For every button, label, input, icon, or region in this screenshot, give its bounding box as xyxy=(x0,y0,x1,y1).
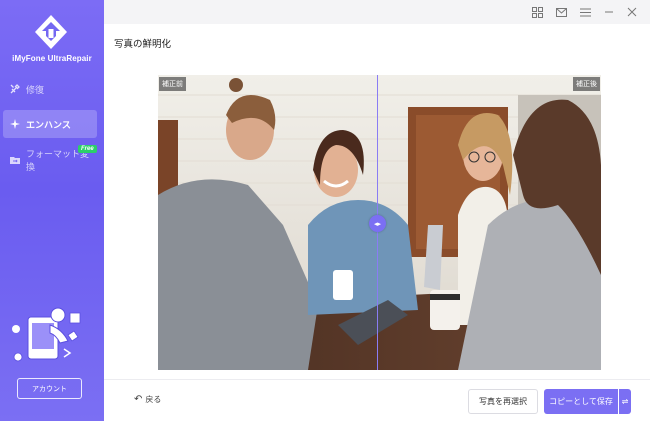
sidebar-item-label: 修復 xyxy=(26,85,45,96)
wrench-icon xyxy=(9,83,21,95)
close-icon[interactable] xyxy=(625,5,639,19)
before-label: 補正前 xyxy=(159,77,186,91)
divider-handle-icon[interactable]: ◂▸ xyxy=(369,215,386,232)
sidebar-item-label: エンハンス xyxy=(26,120,71,131)
page-title: 写真の鮮明化 xyxy=(114,39,172,50)
app-name: iMyFone UltraRepair xyxy=(12,54,92,63)
content-area: 写真の鮮明化 ◂▸ 補正前 補正後 xyxy=(104,24,650,379)
minimize-icon[interactable] xyxy=(602,5,616,19)
account-button[interactable]: アカウント xyxy=(17,378,82,399)
sidebar-item-enhance[interactable]: エンハンス xyxy=(3,110,97,138)
back-button[interactable]: ↶ 戻る xyxy=(134,394,161,405)
main-panel: 写真の鮮明化 ◂▸ 補正前 補正後 ↶ 戻る 写真を再選択 コピーとして保存 ⇌ xyxy=(104,0,650,421)
after-label: 補正後 xyxy=(573,77,600,91)
back-label: 戻る xyxy=(145,395,162,404)
sparkle-icon xyxy=(9,118,21,130)
menu-icon[interactable] xyxy=(578,5,592,19)
mail-icon[interactable] xyxy=(554,5,568,19)
footer-bar: ↶ 戻る 写真を再選択 コピーとして保存 ⇌ xyxy=(104,379,650,421)
illustration-icon xyxy=(12,307,81,362)
app-logo-icon xyxy=(35,15,67,49)
grid-icon[interactable] xyxy=(530,5,544,19)
reselect-photo-button[interactable]: 写真を再選択 xyxy=(468,389,538,414)
back-arrow-icon: ↶ xyxy=(134,394,143,405)
sidebar-item-repair[interactable]: 修復 xyxy=(3,75,97,103)
folder-convert-icon xyxy=(9,154,21,166)
sidebar: iMyFone UltraRepair 修復 エンハンス フォーマット変換 Fr… xyxy=(0,0,104,421)
title-bar xyxy=(104,0,650,24)
compare-toggle-button[interactable]: ⇌ xyxy=(619,389,631,414)
free-badge: Free xyxy=(78,145,97,153)
comparison-photo[interactable]: ◂▸ 補正前 補正後 xyxy=(158,75,601,370)
save-as-copy-button[interactable]: コピーとして保存 xyxy=(544,389,618,414)
